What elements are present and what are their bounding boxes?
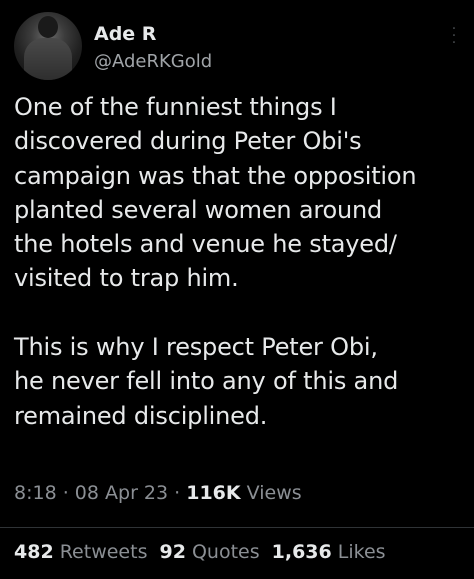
author-names: Ade R @AdeRKGold bbox=[94, 22, 212, 74]
author-display-name[interactable]: Ade R bbox=[94, 22, 212, 46]
tweet-time[interactable]: 8:18 bbox=[14, 482, 57, 504]
meta-separator: · bbox=[168, 482, 187, 504]
likes-count: 1,636 bbox=[271, 541, 332, 563]
tweet-meta: 8:18 · 08 Apr 23 · 116K Views bbox=[14, 480, 302, 506]
retweets-count: 482 bbox=[14, 541, 54, 563]
avatar-head bbox=[38, 16, 58, 38]
divider bbox=[0, 527, 474, 528]
tweet-date[interactable]: 08 Apr 23 bbox=[75, 482, 168, 504]
avatar[interactable] bbox=[14, 12, 82, 80]
tweet-stats: 482 Retweets 92 Quotes 1,636 Likes bbox=[14, 538, 398, 566]
avatar-body bbox=[24, 38, 72, 80]
more-vertical-icon[interactable]: · · · bbox=[448, 22, 460, 50]
tweet: Ade R @AdeRKGold · · · One of the funniest… bbox=[0, 0, 474, 579]
quotes-label: Quotes bbox=[185, 541, 260, 563]
tweet-header: Ade R @AdeRKGold · · · bbox=[14, 12, 460, 84]
author-handle[interactable]: @AdeRKGold bbox=[94, 50, 212, 74]
likes-label: Likes bbox=[331, 541, 386, 563]
retweets-label: Retweets bbox=[53, 541, 148, 563]
likes-stat[interactable]: 1,636 Likes bbox=[272, 538, 386, 566]
views-count: 116K bbox=[186, 482, 241, 504]
quotes-count: 92 bbox=[159, 541, 186, 563]
retweets-stat[interactable]: 482 Retweets bbox=[14, 538, 147, 566]
views-label: Views bbox=[240, 482, 302, 504]
quotes-stat[interactable]: 92 Quotes bbox=[159, 538, 259, 566]
tweet-text: One of the funniest things I discovered … bbox=[14, 93, 417, 430]
meta-separator: · bbox=[56, 482, 75, 504]
